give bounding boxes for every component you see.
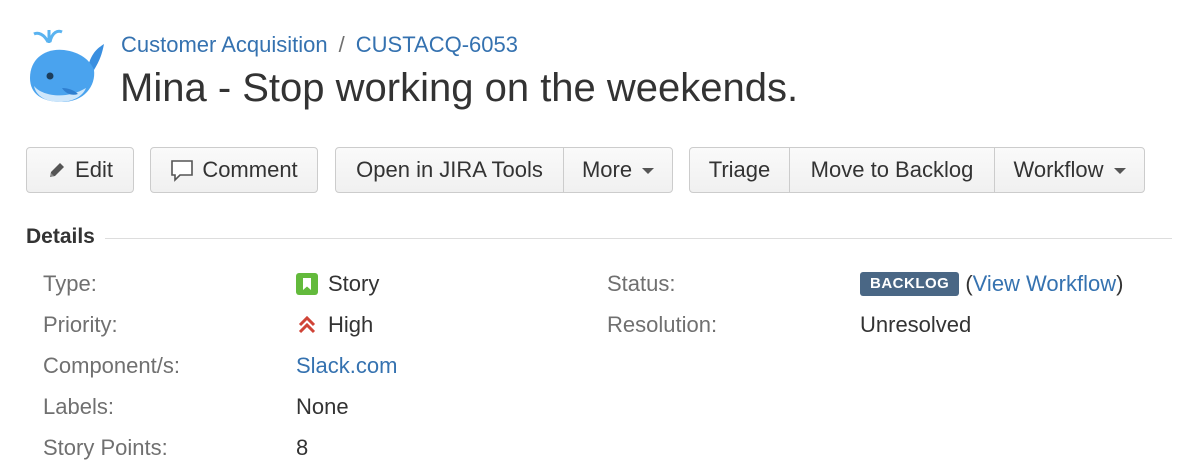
- breadcrumb: Customer Acquisition / CUSTACQ-6053: [121, 32, 518, 58]
- view-workflow-link[interactable]: View Workflow: [973, 271, 1116, 296]
- resolution-value: Unresolved: [860, 312, 972, 337]
- comment-group: Comment: [150, 147, 318, 193]
- component-link[interactable]: Slack.com: [296, 353, 397, 378]
- details-heading: Details: [26, 224, 105, 250]
- labels-value: None: [296, 394, 349, 419]
- page-title[interactable]: Mina - Stop working on the weekends.: [120, 64, 798, 112]
- status-badge: BACKLOG: [860, 272, 960, 296]
- status-label: Status:: [607, 271, 676, 296]
- chevron-down-icon: [642, 168, 655, 174]
- priority-text: High: [328, 312, 374, 337]
- edit-button[interactable]: Edit: [27, 148, 133, 192]
- move-to-backlog-label: Move to Backlog: [810, 157, 974, 182]
- components-label: Component/s:: [43, 353, 180, 378]
- type-value: Story: [296, 271, 379, 297]
- resolution-label: Resolution:: [607, 312, 718, 337]
- components-value: Slack.com: [296, 353, 397, 379]
- type-label: Type:: [43, 271, 97, 296]
- tools-group: Open in JIRA Tools More: [335, 147, 673, 193]
- edit-label: Edit: [75, 157, 113, 182]
- type-text: Story: [328, 271, 380, 296]
- status-value: BACKLOG (View Workflow): [860, 271, 1123, 297]
- details-section-header[interactable]: Details: [26, 224, 1172, 254]
- comment-label: Comment: [202, 157, 298, 182]
- priority-label: Priority:: [43, 312, 118, 337]
- comment-button[interactable]: Comment: [151, 148, 317, 192]
- more-button[interactable]: More: [563, 148, 672, 192]
- workflow-label: Workflow: [1013, 157, 1104, 182]
- story-points-value[interactable]: 8: [296, 435, 308, 461]
- project-link[interactable]: Customer Acquisition: [121, 32, 328, 57]
- labels-label: Labels:: [43, 394, 114, 419]
- open-paren: (: [965, 271, 973, 296]
- close-paren: ): [1116, 271, 1124, 296]
- whale-icon: [30, 29, 104, 102]
- project-avatar[interactable]: [26, 26, 106, 106]
- priority-value: High: [296, 312, 373, 338]
- edit-group: Edit: [26, 147, 134, 193]
- issue-toolbar: Edit Comment Open in JIRA Tools More Tri…: [26, 147, 1176, 197]
- workflow-button[interactable]: Workflow: [994, 148, 1144, 192]
- more-label: More: [581, 157, 633, 182]
- workflow-group: Triage Move to Backlog Workflow: [689, 147, 1145, 193]
- open-in-jira-tools-button[interactable]: Open in JIRA Tools: [336, 148, 563, 192]
- issue-key-link[interactable]: CUSTACQ-6053: [356, 32, 518, 57]
- breadcrumb-separator: /: [338, 32, 345, 57]
- details-divider: [26, 238, 1172, 239]
- story-points-label: Story Points:: [43, 435, 168, 460]
- issue-view: Customer Acquisition / CUSTACQ-6053 Mina -…: [0, 0, 1200, 470]
- triage-label: Triage: [708, 157, 771, 182]
- comment-icon: [170, 158, 194, 182]
- priority-high-icon: [296, 314, 318, 336]
- open-in-jira-tools-label: Open in JIRA Tools: [356, 157, 543, 182]
- triage-button[interactable]: Triage: [690, 148, 789, 192]
- chevron-down-icon: [1113, 168, 1126, 174]
- story-icon: [296, 273, 318, 295]
- move-to-backlog-button[interactable]: Move to Backlog: [789, 148, 994, 192]
- pencil-icon: [47, 160, 67, 180]
- issue-header: Customer Acquisition / CUSTACQ-6053 Mina -…: [26, 26, 1176, 116]
